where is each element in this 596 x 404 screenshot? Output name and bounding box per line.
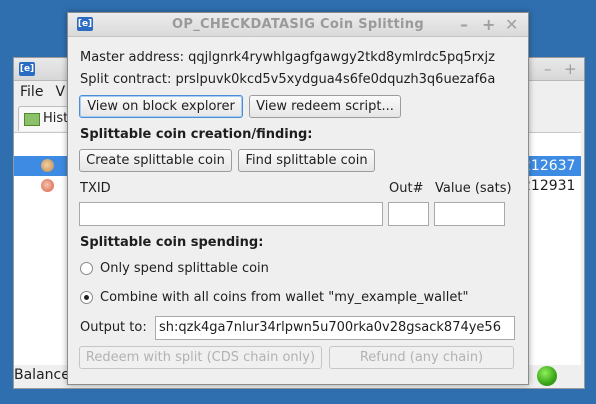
combine-radio[interactable] (80, 291, 93, 304)
balance-label: Balance (14, 367, 70, 383)
dialog-titlebar: [e] OP_CHECKDATASIG Coin Splitting – + ✕ (68, 13, 528, 37)
refund-button[interactable]: Refund (any chain) (329, 346, 514, 369)
minimize-icon[interactable]: – (544, 60, 552, 78)
txid-input[interactable] (79, 202, 383, 226)
output-to-label: Output to: (80, 320, 147, 335)
maximize-icon[interactable]: + (564, 60, 577, 78)
clock-icon (41, 159, 54, 172)
only-spend-radio[interactable] (80, 262, 93, 275)
view-redeem-script-button[interactable]: View redeem script... (249, 95, 401, 118)
coin-splitting-dialog: [e] OP_CHECKDATASIG Coin Splitting – + ✕… (67, 12, 529, 385)
redeem-with-split-button[interactable]: Redeem with split (CDS chain only) (79, 346, 322, 369)
minimize-icon[interactable]: – (460, 15, 468, 34)
menu-file[interactable]: File (20, 84, 43, 100)
network-status-icon[interactable] (537, 366, 557, 386)
output-address-input[interactable]: sh:qzk4ga7nlur34rlpwn5u700rka0v28gsack87… (155, 316, 515, 340)
combine-label[interactable]: Combine with all coins from wallet "my_e… (100, 290, 468, 305)
view-on-explorer-button[interactable]: View on block explorer (79, 95, 243, 118)
row-value: 212931 (522, 178, 576, 194)
clock-icon (41, 179, 54, 192)
create-splittable-coin-button[interactable]: Create splittable coin (79, 149, 232, 172)
close-icon[interactable]: ✕ (505, 15, 518, 34)
spending-heading: Splittable coin spending: (80, 235, 264, 250)
value-label: Value (sats) (435, 181, 512, 196)
row-value: 212637 (522, 158, 576, 174)
wallet-icon (24, 113, 40, 126)
maximize-icon[interactable]: + (482, 15, 495, 34)
tab-history-label: Hist (43, 111, 69, 126)
out-index-input[interactable] (388, 202, 429, 226)
app-icon: [e] (19, 62, 35, 76)
master-address-label: Master address: qqjlgnrk4rywhlgagfgawgy2… (80, 50, 495, 65)
txid-label: TXID (80, 181, 111, 196)
find-splittable-coin-button[interactable]: Find splittable coin (238, 149, 375, 172)
dialog-title: OP_CHECKDATASIG Coin Splitting (172, 17, 424, 32)
value-input[interactable] (434, 202, 505, 226)
menu-view[interactable]: V (55, 84, 65, 100)
creation-heading: Splittable coin creation/finding: (80, 127, 313, 142)
out-index-label: Out# (389, 181, 424, 196)
split-contract-label: Split contract: prslpuvk0kcd5v5xydgua4s6… (80, 72, 496, 87)
only-spend-label[interactable]: Only spend splittable coin (100, 261, 269, 276)
